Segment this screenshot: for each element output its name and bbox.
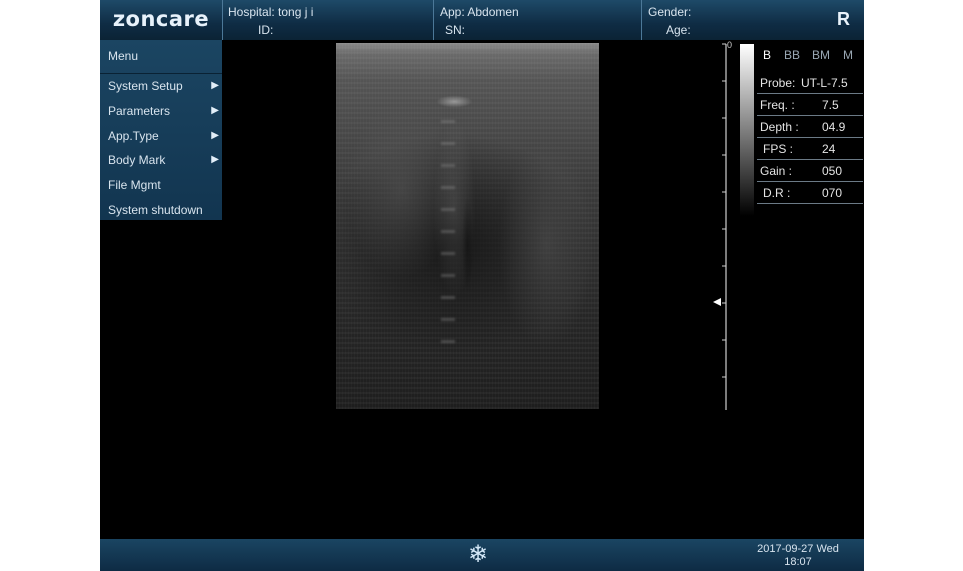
mode-bb[interactable]: BB xyxy=(784,48,800,62)
focus-marker-icon[interactable] xyxy=(713,298,721,306)
param-fps: FPS : 24 xyxy=(757,138,863,160)
param-value: 7.5 xyxy=(822,98,839,112)
param-dynamic-range: D.R : 070 xyxy=(757,182,863,204)
param-value: 04.9 xyxy=(822,120,846,134)
param-value: 070 xyxy=(822,186,843,200)
date-label: 2017-09-27 Wed xyxy=(757,543,839,555)
mode-m[interactable]: M xyxy=(843,48,853,62)
param-label: FPS : xyxy=(763,142,794,156)
param-label: Gain : xyxy=(760,164,793,178)
param-label: Probe: xyxy=(760,76,796,90)
mode-selector: B BB BM M xyxy=(757,44,863,72)
param-value: 24 xyxy=(822,142,836,156)
mode-b[interactable]: B xyxy=(763,48,771,62)
mode-bm[interactable]: BM xyxy=(812,48,830,62)
param-depth: Depth : 04.9 xyxy=(757,116,863,138)
param-gain: Gain : 050 xyxy=(757,160,863,182)
param-value: UT-L-7.5 xyxy=(801,76,848,90)
snowflake-icon[interactable]: ❄ xyxy=(468,539,488,571)
parameter-panel: B BB BM M Probe: UT-L-7.5 Freq. : 7.5 De… xyxy=(757,44,863,204)
param-label: Depth : xyxy=(760,120,799,134)
ultrasound-screen: zoncare Hospital: tong j i ID: App: Abdo… xyxy=(100,0,864,571)
time-label: 18:07 xyxy=(784,556,812,568)
param-value: 050 xyxy=(822,164,843,178)
param-label: D.R : xyxy=(763,186,791,200)
grayscale-bar xyxy=(740,44,754,216)
param-frequency: Freq. : 7.5 xyxy=(757,94,863,116)
param-probe: Probe: UT-L-7.5 xyxy=(757,72,863,94)
date-time: 2017-09-27 Wed 18:07 xyxy=(748,543,848,569)
status-footer: ❄ 2017-09-27 Wed 18:07 xyxy=(100,539,864,571)
param-label: Freq. : xyxy=(760,98,795,112)
